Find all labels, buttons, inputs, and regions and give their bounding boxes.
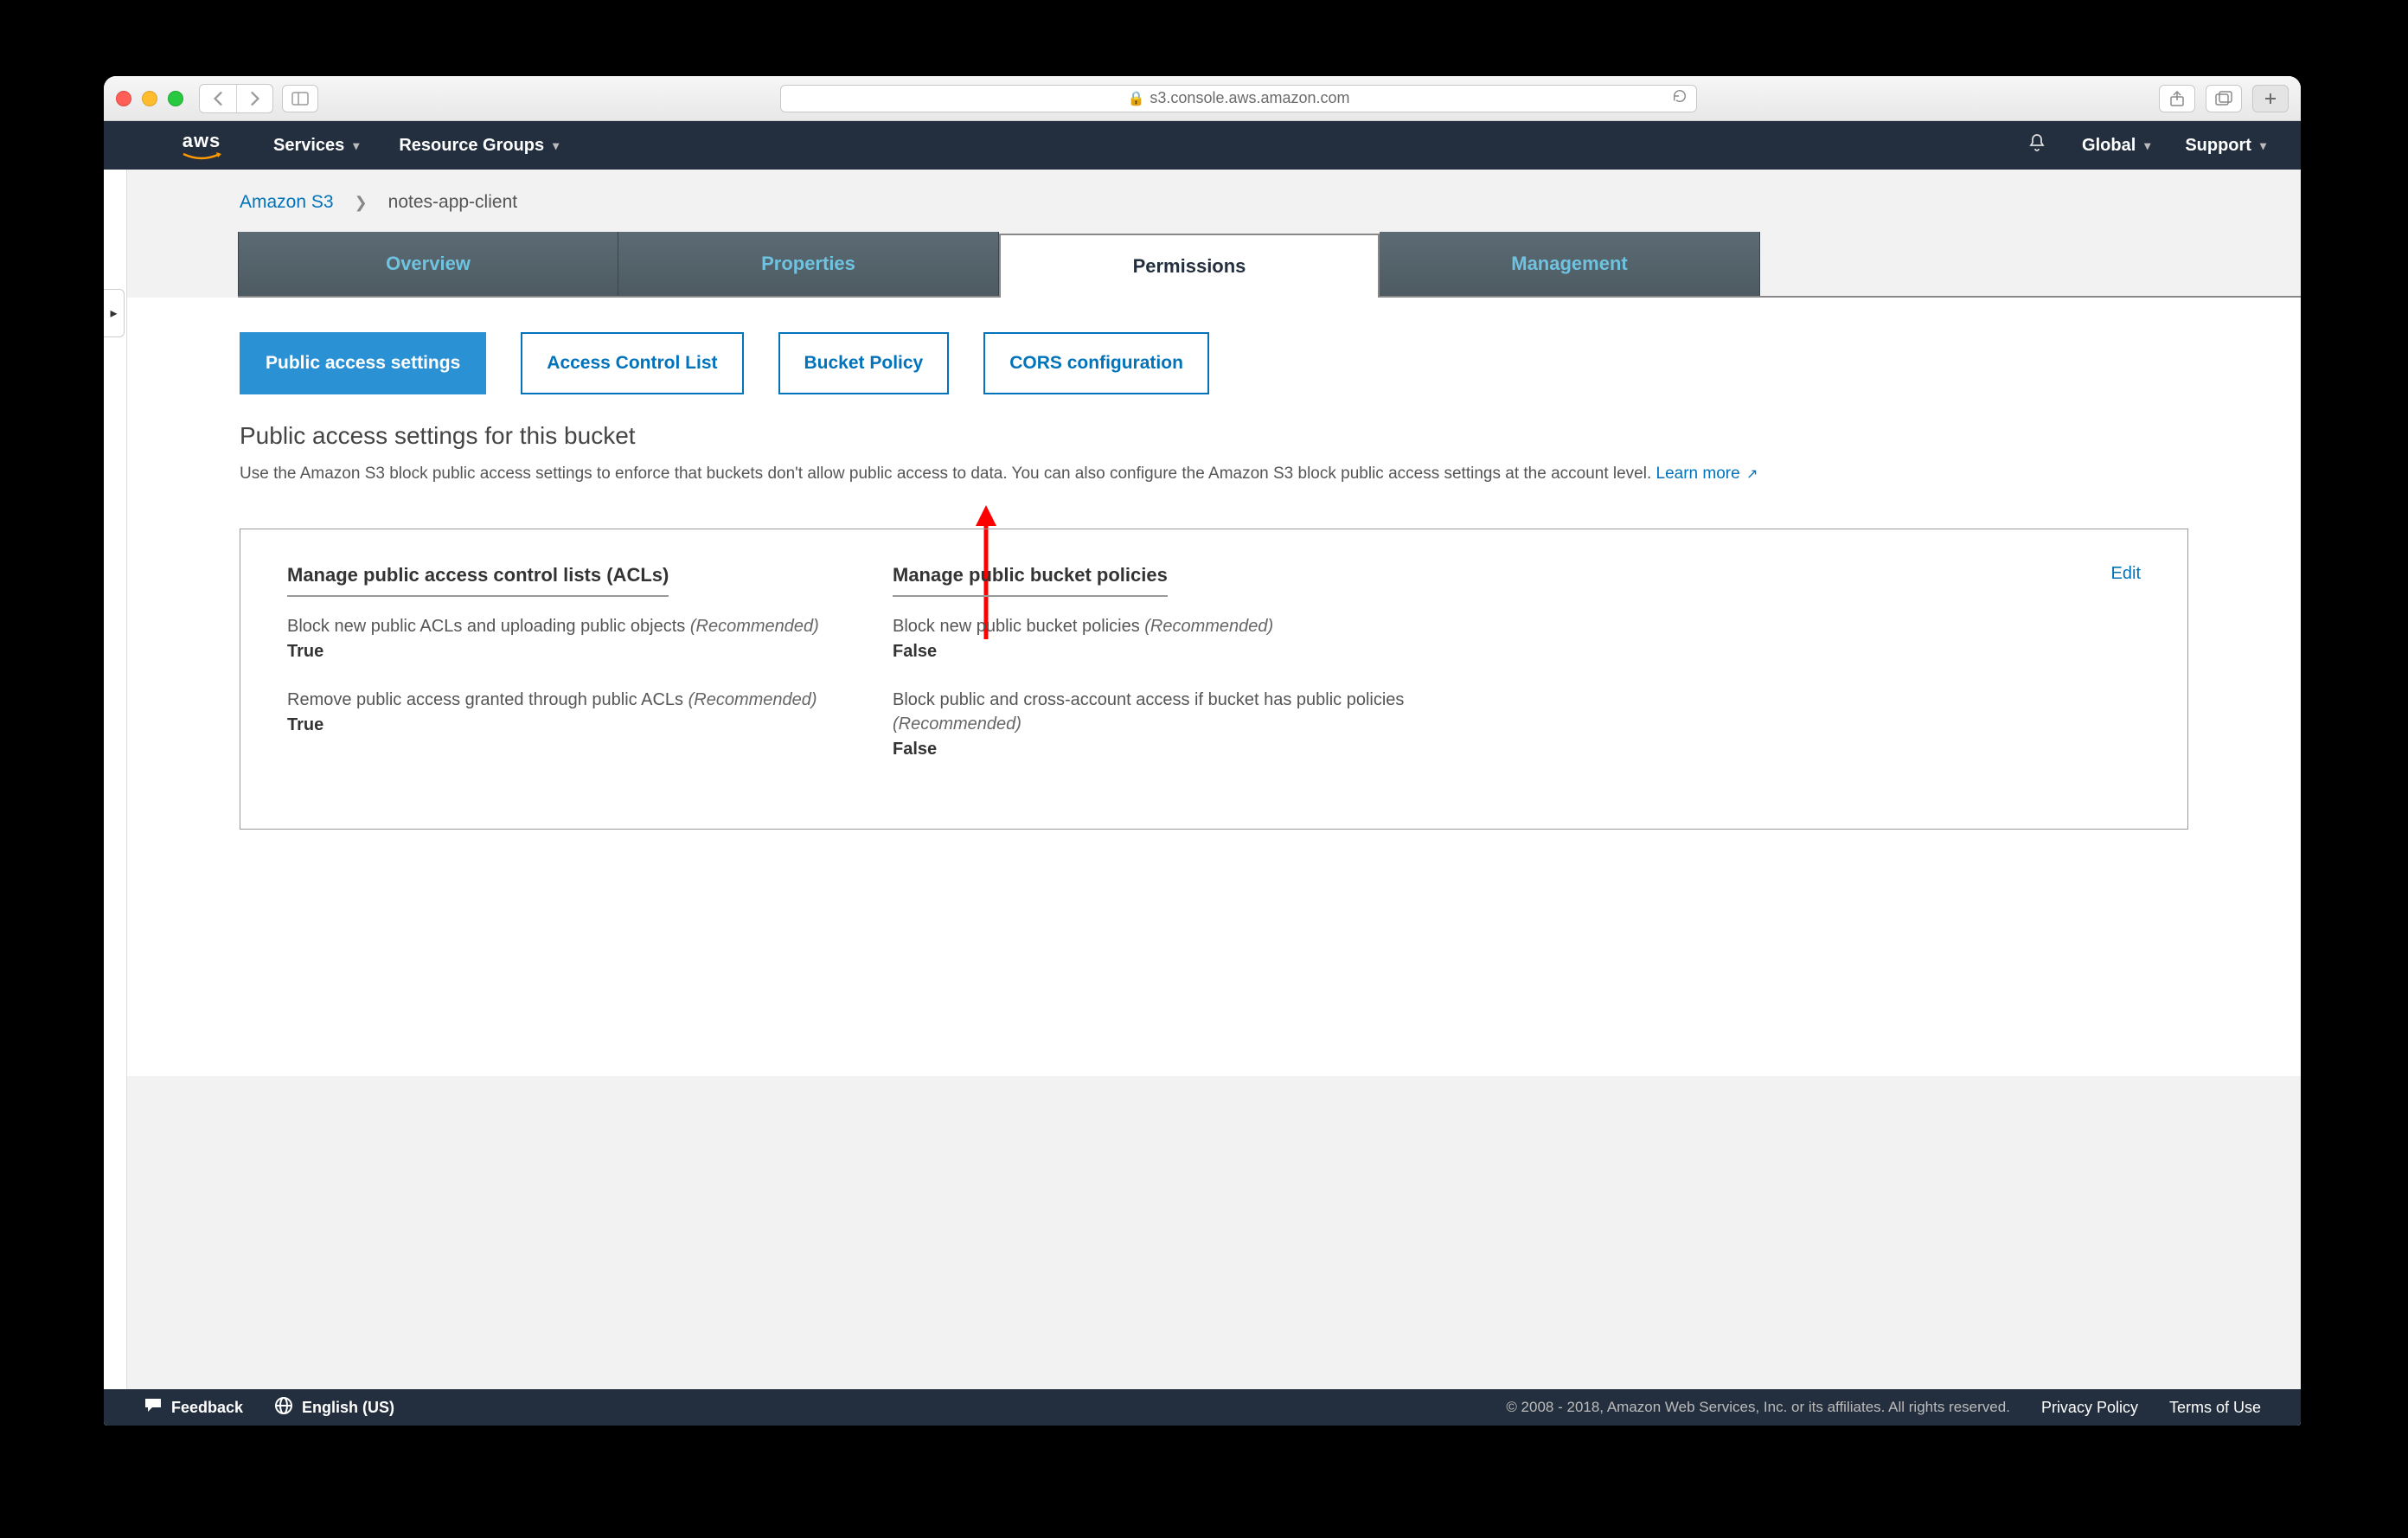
subtab-bucket-policy[interactable]: Bucket Policy bbox=[778, 332, 950, 394]
external-link-icon: ↗ bbox=[1746, 467, 1758, 482]
content-wrap: Amazon S3 ❯ notes-app-client Overview Pr… bbox=[126, 170, 2301, 1426]
subtab-acl[interactable]: Access Control List bbox=[521, 332, 743, 394]
tab-overview[interactable]: Overview bbox=[238, 232, 618, 296]
chevron-down-icon: ▾ bbox=[2144, 138, 2150, 153]
breadcrumb-separator-icon: ❯ bbox=[355, 194, 368, 212]
acl-setting-remove-public-value: True bbox=[287, 715, 841, 735]
acl-column: Manage public access control lists (ACLs… bbox=[287, 564, 841, 785]
feedback-link[interactable]: Feedback bbox=[144, 1397, 243, 1419]
permissions-subtabs: Public access settings Access Control Li… bbox=[240, 332, 2188, 394]
share-button[interactable] bbox=[2159, 85, 2195, 112]
tab-permissions[interactable]: Permissions bbox=[999, 234, 1380, 298]
breadcrumb-root[interactable]: Amazon S3 bbox=[240, 192, 334, 213]
footer-copyright: © 2008 - 2018, Amazon Web Services, Inc.… bbox=[1506, 1399, 2010, 1416]
support-menu[interactable]: Support ▾ bbox=[2185, 136, 2266, 156]
settings-columns: Manage public access control lists (ACLs… bbox=[287, 564, 2111, 785]
section-description: Use the Amazon S3 block public access se… bbox=[240, 462, 2188, 487]
chevron-down-icon: ▾ bbox=[553, 138, 559, 153]
region-selector[interactable]: Global ▾ bbox=[2082, 136, 2150, 156]
chevron-down-icon: ▾ bbox=[2260, 138, 2266, 153]
tab-management[interactable]: Management bbox=[1380, 232, 1760, 296]
url-bar[interactable]: 🔒 s3.console.aws.amazon.com bbox=[780, 85, 1697, 112]
subtab-cors[interactable]: CORS configuration bbox=[983, 332, 1209, 394]
aws-header-right: Global ▾ Support ▾ bbox=[2027, 132, 2266, 158]
tabs-button[interactable] bbox=[2206, 85, 2242, 112]
tab-properties[interactable]: Properties bbox=[618, 232, 999, 296]
breadcrumb-current: notes-app-client bbox=[388, 192, 517, 213]
section-title: Public access settings for this bucket bbox=[240, 422, 2188, 450]
menu-services[interactable]: Services ▾ bbox=[273, 136, 359, 156]
window-maximize-button[interactable] bbox=[168, 91, 183, 106]
policy-column: Manage public bucket policies Block new … bbox=[893, 564, 1446, 785]
reload-button[interactable] bbox=[1672, 88, 1688, 108]
speech-bubble-icon bbox=[144, 1397, 163, 1419]
settings-box: Edit Manage public access control lists … bbox=[240, 529, 2188, 830]
window-close-button[interactable] bbox=[116, 91, 131, 106]
aws-header: aws Services ▾ Resource Groups ▾ Global … bbox=[104, 121, 2301, 170]
acl-column-heading: Manage public access control lists (ACLs… bbox=[287, 564, 669, 597]
acl-setting-block-new-value: True bbox=[287, 642, 841, 662]
aws-logo[interactable]: aws bbox=[182, 130, 221, 161]
permissions-panel: Public access settings Access Control Li… bbox=[127, 298, 2301, 1076]
aws-top-menu: Services ▾ Resource Groups ▾ bbox=[273, 136, 559, 156]
traffic-lights bbox=[116, 91, 183, 106]
policy-setting-block-new-value: False bbox=[893, 642, 1446, 662]
browser-window: 🔒 s3.console.aws.amazon.com aws bbox=[104, 76, 2301, 1426]
terms-link[interactable]: Terms of Use bbox=[2169, 1399, 2261, 1417]
notifications-icon[interactable] bbox=[2027, 132, 2047, 158]
subtab-public-access[interactable]: Public access settings bbox=[240, 332, 486, 394]
aws-footer: Feedback English (US) © 2008 - 2018, Ama… bbox=[104, 1389, 2301, 1426]
url-text: s3.console.aws.amazon.com bbox=[1150, 89, 1349, 107]
policy-column-heading: Manage public bucket policies bbox=[893, 564, 1168, 597]
browser-right-toolbar bbox=[2159, 85, 2289, 112]
language-selector[interactable]: English (US) bbox=[274, 1396, 394, 1419]
acl-setting-remove-public: Remove public access granted through pub… bbox=[287, 688, 841, 735]
forward-button[interactable] bbox=[236, 85, 272, 112]
breadcrumb: Amazon S3 ❯ notes-app-client bbox=[127, 170, 2301, 232]
main-tabs: Overview Properties Permissions Manageme… bbox=[238, 232, 2301, 298]
policy-setting-block-cross-value: False bbox=[893, 740, 1446, 759]
lock-icon: 🔒 bbox=[1127, 90, 1144, 107]
acl-setting-block-new: Block new public ACLs and uploading publ… bbox=[287, 614, 841, 662]
menu-resource-groups[interactable]: Resource Groups ▾ bbox=[399, 136, 559, 156]
sidebar-toggle-button[interactable] bbox=[282, 85, 318, 112]
expand-side-panel-button[interactable]: ▸ bbox=[104, 289, 125, 337]
learn-more-link[interactable]: Learn more ↗ bbox=[1656, 465, 1758, 483]
edit-button[interactable]: Edit bbox=[2111, 564, 2141, 584]
globe-icon bbox=[274, 1396, 293, 1419]
chevron-down-icon: ▾ bbox=[353, 138, 359, 153]
policy-setting-block-new: Block new public bucket policies (Recomm… bbox=[893, 614, 1446, 662]
page-body: ▸ Amazon S3 ❯ notes-app-client Overview … bbox=[104, 170, 2301, 1426]
privacy-link[interactable]: Privacy Policy bbox=[2041, 1399, 2138, 1417]
aws-smile-icon bbox=[182, 152, 221, 161]
nav-button-group bbox=[199, 84, 273, 113]
new-tab-button[interactable] bbox=[2252, 85, 2289, 112]
window-minimize-button[interactable] bbox=[142, 91, 157, 106]
browser-titlebar: 🔒 s3.console.aws.amazon.com bbox=[104, 76, 2301, 121]
back-button[interactable] bbox=[200, 85, 236, 112]
policy-setting-block-cross: Block public and cross-account access if… bbox=[893, 688, 1446, 759]
